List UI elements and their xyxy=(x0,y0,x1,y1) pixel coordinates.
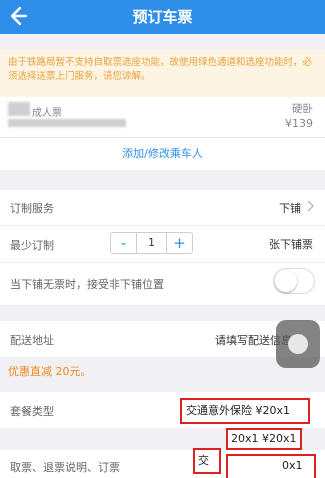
divider xyxy=(0,137,325,138)
seat-type-label: 硬卧 xyxy=(292,103,313,115)
quantity-value[interactable]: 1 xyxy=(137,233,166,253)
discount-text: 优惠直减 20元。 xyxy=(8,365,92,378)
package-option[interactable]: 0x1 xyxy=(226,454,316,478)
accept-other-berth-label: 当下铺无票时，接受非下铺位置 xyxy=(10,278,164,291)
min-order-label: 最少订制 xyxy=(10,239,54,252)
package-option[interactable]: 交 xyxy=(193,448,221,474)
passenger-name-redacted xyxy=(8,102,30,116)
service-value[interactable]: 下铺 xyxy=(279,200,301,216)
divider xyxy=(0,262,325,263)
quantity-stepper: - 1 + xyxy=(110,232,193,254)
top-nav-bar: 预订车票 xyxy=(0,0,325,34)
chevron-right-icon[interactable] xyxy=(306,199,315,213)
page-title: 预订车票 xyxy=(132,8,193,26)
service-label: 订制服务 xyxy=(10,202,54,215)
package-select[interactable]: 交通意外保险 ¥20x1 xyxy=(180,398,310,424)
passenger-card: 成人票 硬卧 ¥139 添加/修改乘车人 xyxy=(0,97,325,170)
divider xyxy=(0,225,325,226)
add-passenger-link[interactable]: 添加/修改乘车人 xyxy=(0,145,325,161)
increment-button[interactable]: + xyxy=(166,233,192,253)
accept-other-berth-toggle[interactable] xyxy=(273,268,315,294)
assistive-touch-button[interactable] xyxy=(276,320,320,368)
min-order-unit: 张下铺票 xyxy=(269,238,313,251)
custom-service-section: 订制服务 下铺 最少订制 - 1 + 张下铺票 当下铺无票时，接受非下铺位置 xyxy=(0,190,325,305)
ticket-type-label: 成人票 xyxy=(32,108,62,119)
delivery-label: 配送地址 xyxy=(10,334,54,347)
passenger-id-redacted xyxy=(8,119,126,127)
notice-banner: 由于铁路局暂不支持自取票选座功能，故使用绿色通道和选座功能时，必须选择送票上门服… xyxy=(0,50,325,97)
ticket-price: ¥139 xyxy=(285,117,313,130)
assistive-touch-icon xyxy=(288,334,308,354)
ticket-instructions-link[interactable]: 取票、退票说明、订票 xyxy=(10,459,120,475)
toggle-knob xyxy=(275,270,297,292)
decrement-button[interactable]: - xyxy=(111,233,137,253)
package-option[interactable]: 20x1 ¥20x1 xyxy=(226,428,302,450)
package-label: 套餐类型 xyxy=(10,405,54,418)
